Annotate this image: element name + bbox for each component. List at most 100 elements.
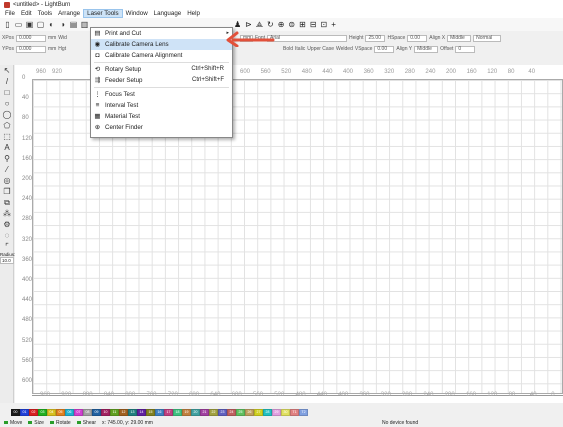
array-grid-icon[interactable]: ⁂ — [0, 208, 14, 219]
welded-checkbox[interactable]: Welded — [336, 46, 353, 52]
edit-nodes-icon[interactable]: / — [0, 76, 14, 87]
undo-icon[interactable]: ◐ — [47, 20, 56, 29]
copies-icon[interactable]: ❐ — [0, 186, 14, 197]
import-icon[interactable]: ▤ — [69, 20, 78, 29]
menu-language[interactable]: Language — [151, 9, 185, 18]
settings-icon[interactable]: ⚙ — [0, 219, 14, 230]
weld-icon[interactable]: ⧉ — [0, 197, 14, 208]
corner-radius-icon[interactable]: ⌜ — [0, 241, 14, 252]
palette-swatch[interactable]: 08 — [83, 408, 92, 416]
menu-tools[interactable]: Tools — [35, 9, 55, 18]
palette-swatch[interactable]: 26 — [245, 408, 254, 416]
menu-item-interval-test[interactable]: ≡ Interval Test — [91, 100, 232, 111]
arrow-mirror-icon[interactable]: ⊳ — [245, 20, 252, 29]
palette-swatch[interactable]: T2 — [299, 408, 308, 416]
save-icon[interactable]: ▣ — [25, 20, 34, 29]
palette-swatch[interactable]: 13 — [128, 408, 137, 416]
palette-swatch[interactable]: 06 — [65, 408, 74, 416]
plus-icon[interactable]: + — [331, 20, 336, 29]
distribute-icon[interactable]: ⊞ — [299, 20, 306, 29]
menu-laser-tools[interactable]: Laser Tools — [83, 9, 123, 18]
target-icon[interactable]: ⊕ — [278, 20, 285, 29]
palette-swatch[interactable]: 04 — [47, 408, 56, 416]
circle-icon[interactable]: ◯ — [0, 109, 14, 120]
mirror-icon[interactable]: ⟁ — [256, 20, 263, 30]
new-file-icon[interactable]: ▯ — [3, 20, 12, 29]
menu-item-center-finder[interactable]: ⊕ Center Finder — [91, 122, 232, 133]
palette-swatch[interactable]: 11 — [110, 408, 119, 416]
shear-toggle[interactable]: Shear — [76, 420, 96, 426]
rotate-icon[interactable]: ↻ — [267, 20, 274, 29]
trace-icon[interactable]: ◌ — [0, 230, 14, 241]
polygon-icon[interactable]: ⬠ — [0, 120, 14, 131]
menu-item-calibrate-camera-alignment[interactable]: ◘ Calibrate Camera Alignment — [91, 50, 232, 61]
palette-swatch[interactable]: 02 — [29, 408, 38, 416]
menu-item-calibrate-camera-lens[interactable]: ◉ Calibrate Camera Lens — [91, 39, 232, 50]
alignx-select[interactable]: Middle — [447, 34, 472, 42]
palette-swatch[interactable]: 29 — [272, 408, 281, 416]
font-select[interactable]: Arial — [267, 34, 348, 42]
normal-select[interactable]: Normal — [473, 34, 502, 42]
export-icon[interactable]: ▥ — [80, 20, 89, 29]
menu-edit[interactable]: Edit — [18, 9, 35, 18]
palette-swatch[interactable]: 27 — [254, 408, 263, 416]
palette-swatch[interactable]: 22 — [209, 408, 218, 416]
palette-swatch[interactable]: 00 — [11, 408, 20, 416]
rotate-toggle[interactable]: Rotate — [49, 420, 71, 426]
frame-icon[interactable]: ⬚ — [0, 131, 14, 142]
palette-swatch[interactable]: 14 — [137, 408, 146, 416]
palette-swatch[interactable]: 30 — [281, 408, 290, 416]
hspace-input[interactable]: 0.00 — [407, 34, 428, 42]
italic-checkbox[interactable]: Italic — [295, 46, 305, 52]
size-toggle[interactable]: Size — [28, 420, 44, 426]
rectangle-icon[interactable]: □ — [0, 87, 14, 98]
user-icon[interactable]: ♟ — [234, 20, 241, 29]
save-as-icon[interactable]: ▢ — [36, 20, 45, 29]
palette-swatch[interactable]: 01 — [20, 408, 29, 416]
palette-swatch[interactable]: 05 — [56, 408, 65, 416]
ypos-input[interactable]: 0.000 — [15, 45, 46, 53]
height-input[interactable]: 25.00 — [365, 34, 386, 42]
menu-item-focus-test[interactable]: ⋮ Focus Test — [91, 89, 232, 100]
menu-item-print-and-cut[interactable]: ▤ Print and Cut ▸ — [91, 28, 232, 39]
palette-swatch[interactable]: 25 — [236, 408, 245, 416]
palette-swatch[interactable]: T1 — [290, 408, 299, 416]
palette-swatch[interactable]: 19 — [182, 408, 191, 416]
xpos-input[interactable]: 0.000 — [15, 34, 46, 42]
redo-icon[interactable]: ◑ — [58, 20, 67, 29]
align-icon[interactable]: ⊜ — [288, 20, 295, 29]
palette-swatch[interactable]: 16 — [155, 408, 164, 416]
palette-swatch[interactable]: 21 — [200, 408, 209, 416]
palette-swatch[interactable]: 09 — [92, 408, 101, 416]
move-toggle[interactable]: Move — [4, 420, 22, 426]
offset-input[interactable]: 0 — [455, 45, 476, 53]
palette-swatch[interactable]: 10 — [101, 408, 110, 416]
measure-icon[interactable]: ⁄ — [0, 164, 14, 175]
menu-file[interactable]: File — [2, 9, 18, 18]
palette-swatch[interactable]: 24 — [227, 408, 236, 416]
open-folder-icon[interactable]: ▭ — [14, 20, 23, 29]
palette-swatch[interactable]: 28 — [263, 408, 272, 416]
palette-swatch[interactable]: 12 — [119, 408, 128, 416]
menu-window[interactable]: Window — [123, 9, 151, 18]
vspace-input[interactable]: 0.00 — [374, 45, 395, 53]
offset-icon[interactable]: ◎ — [0, 175, 14, 186]
select-icon[interactable]: ↖ — [0, 65, 14, 76]
array-icon[interactable]: ⊡ — [321, 20, 328, 29]
palette-swatch[interactable]: 03 — [38, 408, 47, 416]
position-laser-icon[interactable]: ⚲ — [0, 153, 14, 164]
radius-input[interactable]: 10.0 — [0, 257, 14, 264]
menu-arrange[interactable]: Arrange — [55, 9, 83, 18]
palette-swatch[interactable]: 20 — [191, 408, 200, 416]
group-icon[interactable]: ⊟ — [310, 20, 317, 29]
palette-swatch[interactable]: 17 — [164, 408, 173, 416]
text-icon[interactable]: A — [0, 142, 14, 153]
uppercase-checkbox[interactable]: Upper Case — [307, 46, 334, 52]
ellipse-icon[interactable]: ○ — [0, 98, 14, 109]
palette-swatch[interactable]: 23 — [218, 408, 227, 416]
menu-item-feeder-setup[interactable]: ⇶ Feeder Setup Ctrl+Shift+F — [91, 75, 232, 86]
palette-swatch[interactable]: 18 — [173, 408, 182, 416]
menu-item-rotary-setup[interactable]: ⟲ Rotary Setup Ctrl+Shift+R — [91, 64, 232, 75]
aligny-select[interactable]: Middle — [414, 45, 439, 53]
palette-swatch[interactable]: 07 — [74, 408, 83, 416]
